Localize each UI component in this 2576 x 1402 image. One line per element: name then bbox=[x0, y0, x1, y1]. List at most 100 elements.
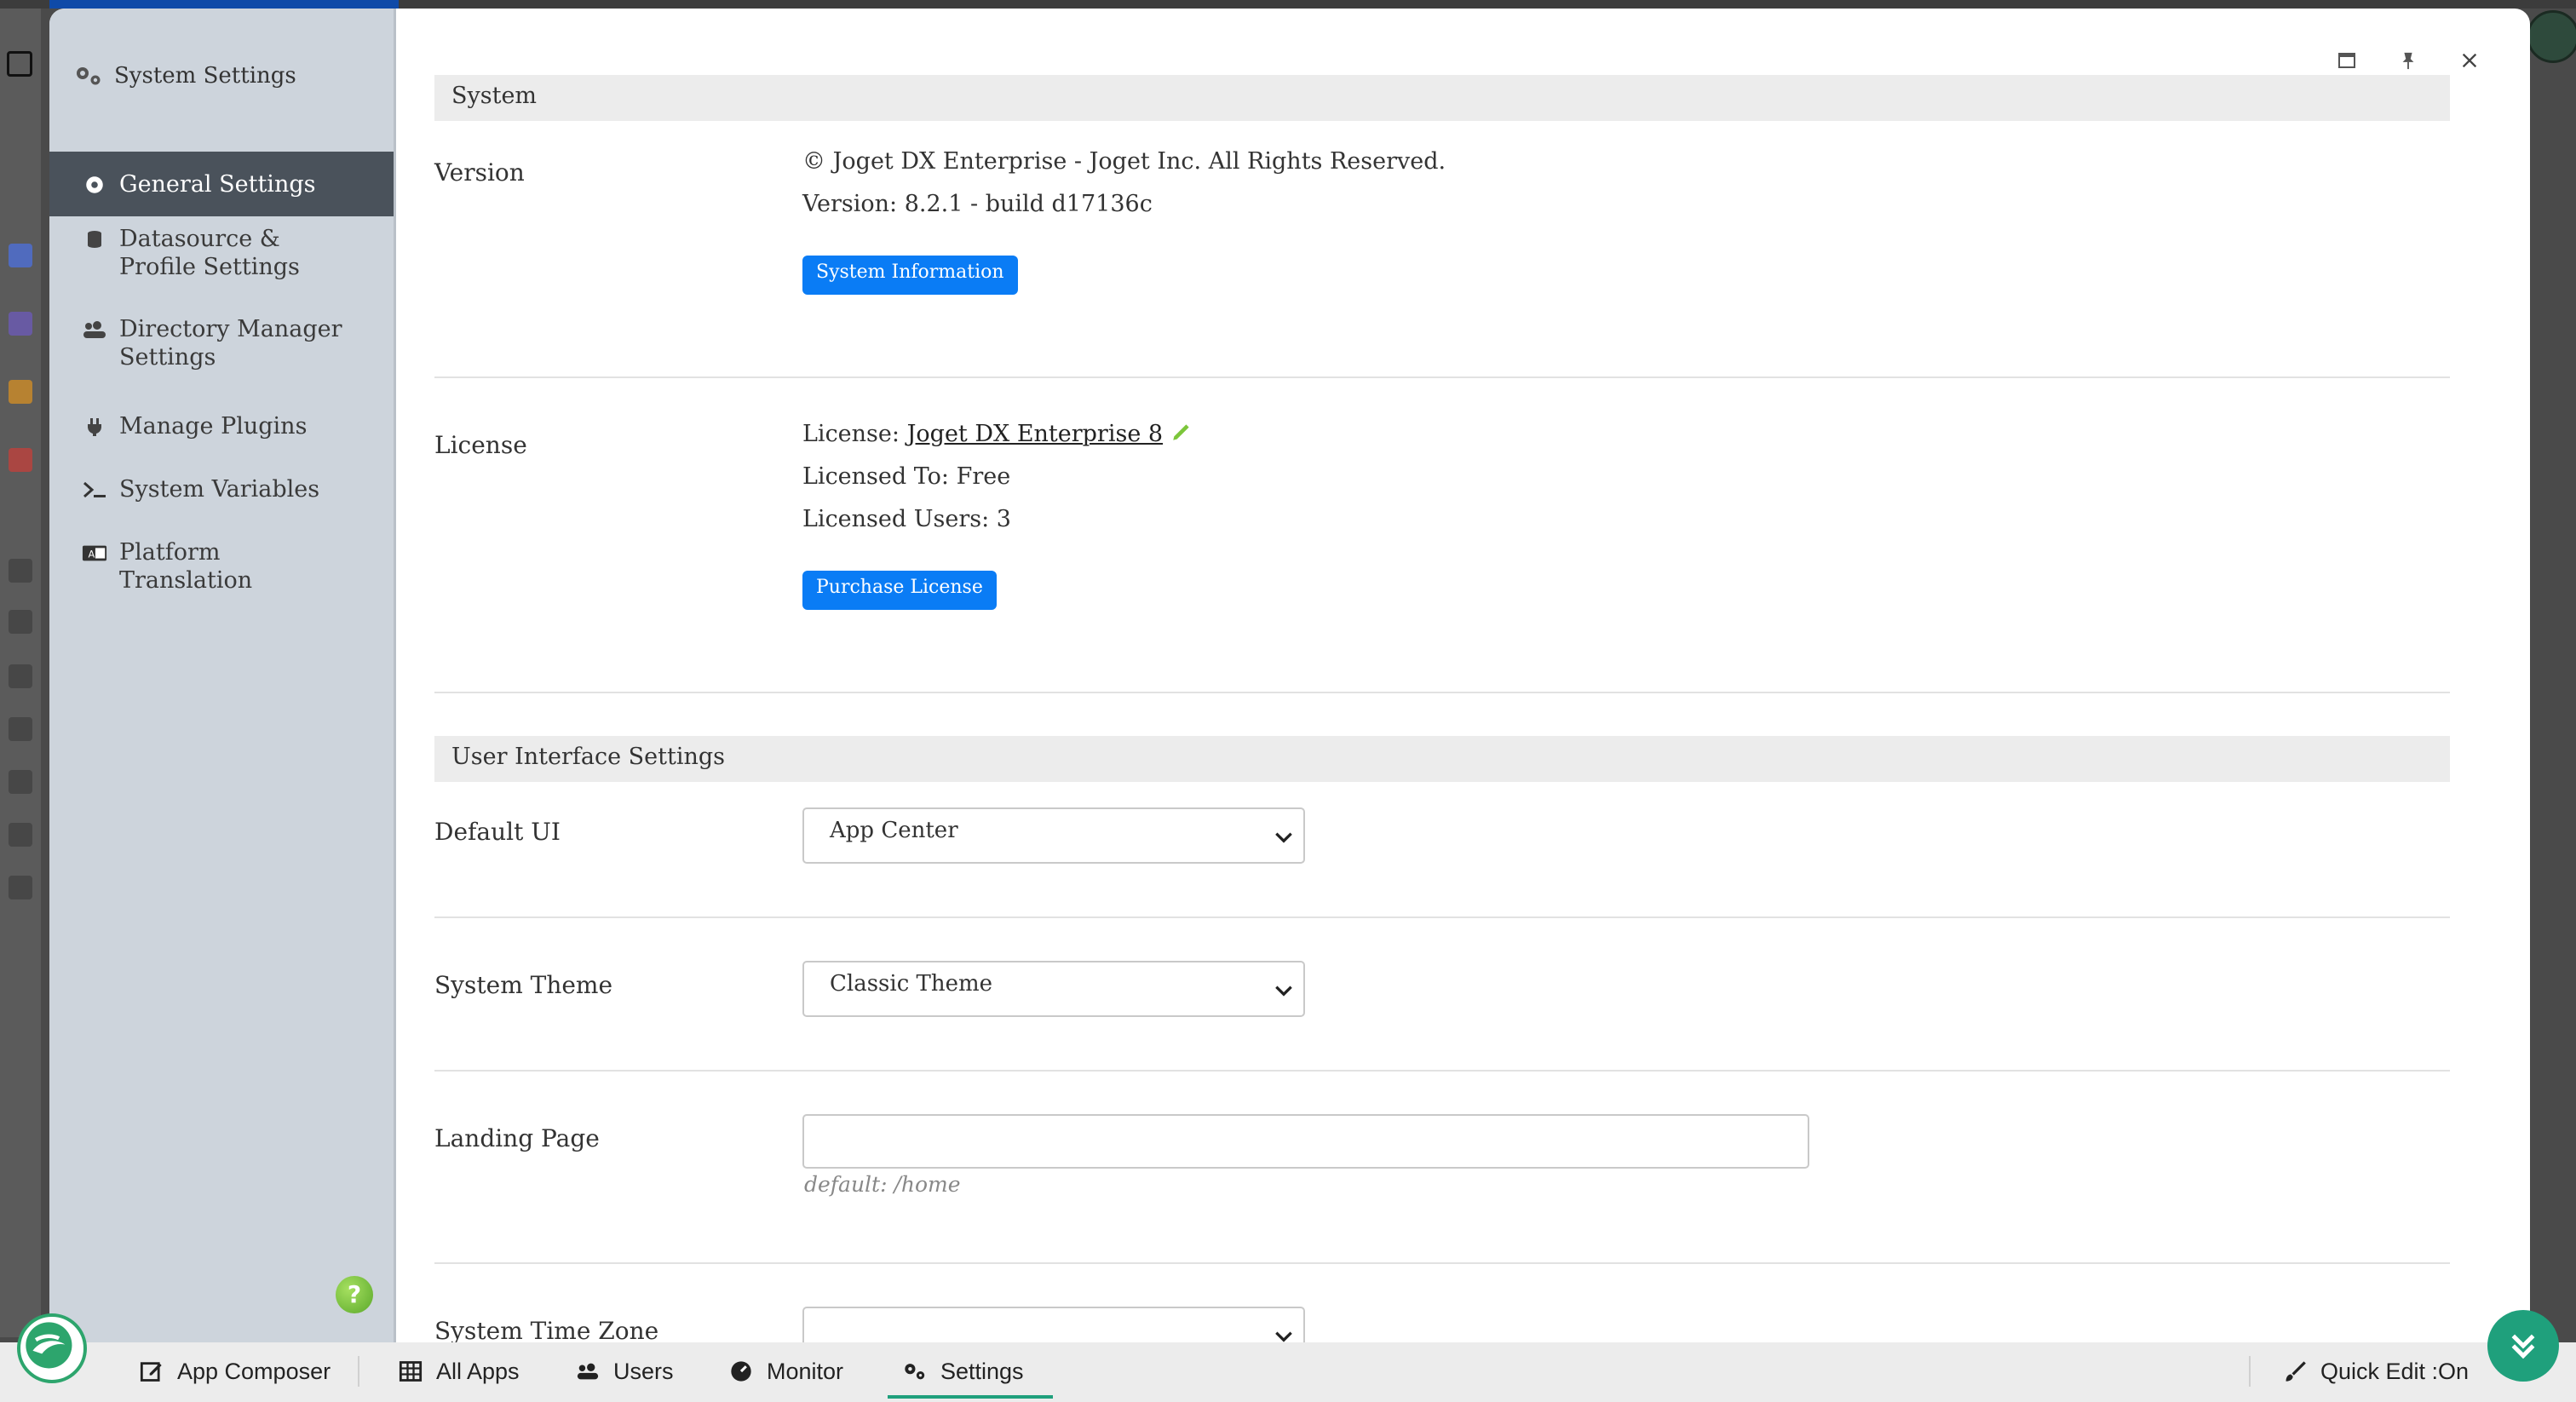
nav-settings[interactable]: Settings bbox=[903, 1354, 1024, 1388]
nav-app-composer[interactable]: App Composer bbox=[140, 1354, 331, 1388]
section-header-system: System bbox=[434, 75, 2450, 121]
nav-monitor[interactable]: Monitor bbox=[729, 1354, 843, 1388]
system-theme-select[interactable]: Classic Theme bbox=[802, 961, 1305, 1017]
background-topbar bbox=[0, 0, 2576, 9]
terminal-icon bbox=[82, 477, 107, 503]
system-time-zone-label: System Time Zone bbox=[434, 1317, 659, 1342]
nav-label: Monitor bbox=[767, 1358, 844, 1384]
background-tool-icon-3[interactable] bbox=[9, 664, 32, 688]
bottom-navigation-bar: App Composer All Apps Users Monitor Sett… bbox=[0, 1342, 2576, 1402]
close-icon[interactable] bbox=[2457, 48, 2482, 73]
sidebar-header: System Settings bbox=[73, 63, 296, 89]
sidebar-item-manage-plugins[interactable]: Manage Plugins bbox=[49, 412, 394, 440]
svg-text:A: A bbox=[89, 549, 95, 560]
nav-separator bbox=[2249, 1356, 2251, 1387]
sidebar-item-platform-translation[interactable]: A Platform Translation bbox=[49, 538, 394, 595]
version-label: Version bbox=[434, 158, 525, 187]
licensed-users-text: Licensed Users: 3 bbox=[802, 506, 1011, 532]
license-prefix: License: bbox=[802, 421, 900, 447]
divider bbox=[434, 916, 2450, 918]
nav-label: Users bbox=[613, 1358, 674, 1384]
default-ui-select[interactable]: App Center bbox=[802, 807, 1305, 864]
background-flow-icon[interactable] bbox=[9, 448, 32, 472]
divider bbox=[434, 692, 2450, 693]
pencil-icon[interactable] bbox=[1170, 421, 1193, 443]
sidebar-item-label: Platform Translation bbox=[119, 539, 253, 594]
background-document-icon[interactable] bbox=[9, 244, 32, 267]
nav-label: All Apps bbox=[436, 1358, 520, 1384]
nav-label: Settings bbox=[940, 1358, 1024, 1384]
background-edit-icon[interactable] bbox=[7, 51, 32, 77]
chevron-down-icon bbox=[1275, 832, 1292, 843]
background-monitor-icon[interactable] bbox=[9, 380, 32, 404]
sidebar-item-label: Manage Plugins bbox=[119, 413, 308, 440]
sidebar-item-directory-manager[interactable]: Directory Manager Settings bbox=[49, 315, 394, 371]
sidebar-item-general-settings[interactable]: General Settings bbox=[49, 152, 394, 216]
system-information-button[interactable]: System Information bbox=[802, 256, 1018, 295]
chevron-down-icon bbox=[1275, 985, 1292, 997]
version-text: Version: 8.2.1 - build d17136c bbox=[802, 191, 1153, 217]
license-link[interactable]: Joget DX Enterprise 8 bbox=[907, 421, 1163, 447]
default-ui-value: App Center bbox=[830, 818, 958, 843]
expand-down-button[interactable] bbox=[2487, 1310, 2559, 1382]
users-icon bbox=[82, 317, 107, 342]
background-topbar-accent bbox=[49, 0, 399, 9]
license-label: License bbox=[434, 431, 527, 459]
active-tab-indicator bbox=[888, 1395, 1053, 1399]
background-table-icon[interactable] bbox=[9, 312, 32, 336]
background-tool-icon-6[interactable] bbox=[9, 823, 32, 847]
copyright-text: © Joget DX Enterprise - Joget Inc. All R… bbox=[802, 148, 1446, 175]
background-sidebar bbox=[0, 9, 41, 1337]
sidebar-item-system-variables[interactable]: System Variables bbox=[49, 475, 394, 503]
gears-icon bbox=[905, 1364, 925, 1380]
settings-sidebar: System Settings General Settings Datasou… bbox=[49, 9, 396, 1342]
sidebar-item-label: Directory Manager Settings bbox=[119, 316, 342, 371]
sidebar-item-label: General Settings bbox=[119, 170, 316, 198]
divider bbox=[434, 1070, 2450, 1072]
system-time-zone-select[interactable] bbox=[802, 1307, 1305, 1342]
users-icon bbox=[577, 1363, 599, 1380]
double-chevron-down-icon bbox=[2511, 1334, 2535, 1359]
nav-label: App Composer bbox=[177, 1358, 331, 1384]
landing-page-hint: default: /home bbox=[804, 1172, 961, 1197]
help-button[interactable]: ? bbox=[336, 1276, 373, 1313]
divider bbox=[434, 1262, 2450, 1264]
landing-page-input[interactable] bbox=[802, 1114, 1809, 1169]
background-tool-icon-4[interactable] bbox=[9, 717, 32, 741]
translate-icon: A bbox=[82, 540, 107, 566]
background-tool-icon-5[interactable] bbox=[9, 770, 32, 794]
sidebar-item-label: Datasource & Profile Settings bbox=[119, 226, 300, 280]
background-tool-icon-2[interactable] bbox=[9, 610, 32, 634]
background-tool-icon-1[interactable] bbox=[9, 559, 32, 583]
default-ui-label: Default UI bbox=[434, 818, 561, 846]
system-settings-modal: System Settings General Settings Datasou… bbox=[49, 9, 2530, 1342]
grid-icon bbox=[399, 1361, 423, 1382]
plug-icon bbox=[82, 414, 107, 440]
chevron-down-icon bbox=[1275, 1331, 1292, 1342]
gears-icon bbox=[77, 67, 101, 85]
gear-icon bbox=[82, 172, 107, 198]
quick-edit-label: Quick Edit :On bbox=[2320, 1358, 2470, 1384]
gauge-icon bbox=[731, 1361, 751, 1382]
landing-page-label: Landing Page bbox=[434, 1124, 600, 1152]
sidebar-item-datasource-profile[interactable]: Datasource & Profile Settings bbox=[49, 225, 394, 281]
user-avatar[interactable] bbox=[2527, 10, 2576, 63]
nav-all-apps[interactable]: All Apps bbox=[399, 1354, 520, 1388]
licensed-to-text: Licensed To: Free bbox=[802, 463, 1011, 490]
nav-separator bbox=[358, 1356, 359, 1387]
database-icon bbox=[82, 227, 107, 252]
system-theme-label: System Theme bbox=[434, 971, 613, 999]
sidebar-title: System Settings bbox=[114, 63, 296, 89]
nav-users[interactable]: Users bbox=[576, 1354, 674, 1388]
purchase-license-button[interactable]: Purchase License bbox=[802, 571, 997, 610]
paintbrush-icon bbox=[2286, 1361, 2306, 1382]
divider bbox=[434, 376, 2450, 378]
quick-edit-toggle[interactable]: Quick Edit :On bbox=[2283, 1354, 2469, 1388]
license-line: License: Joget DX Enterprise 8 bbox=[802, 421, 1193, 447]
sidebar-item-label: System Variables bbox=[119, 476, 320, 503]
background-tool-icon-7[interactable] bbox=[9, 876, 32, 899]
settings-content: System Version © Joget DX Enterprise - J… bbox=[434, 9, 2452, 1342]
edit-icon bbox=[140, 1362, 162, 1382]
system-theme-value: Classic Theme bbox=[830, 971, 993, 997]
joget-logo[interactable] bbox=[17, 1313, 87, 1383]
